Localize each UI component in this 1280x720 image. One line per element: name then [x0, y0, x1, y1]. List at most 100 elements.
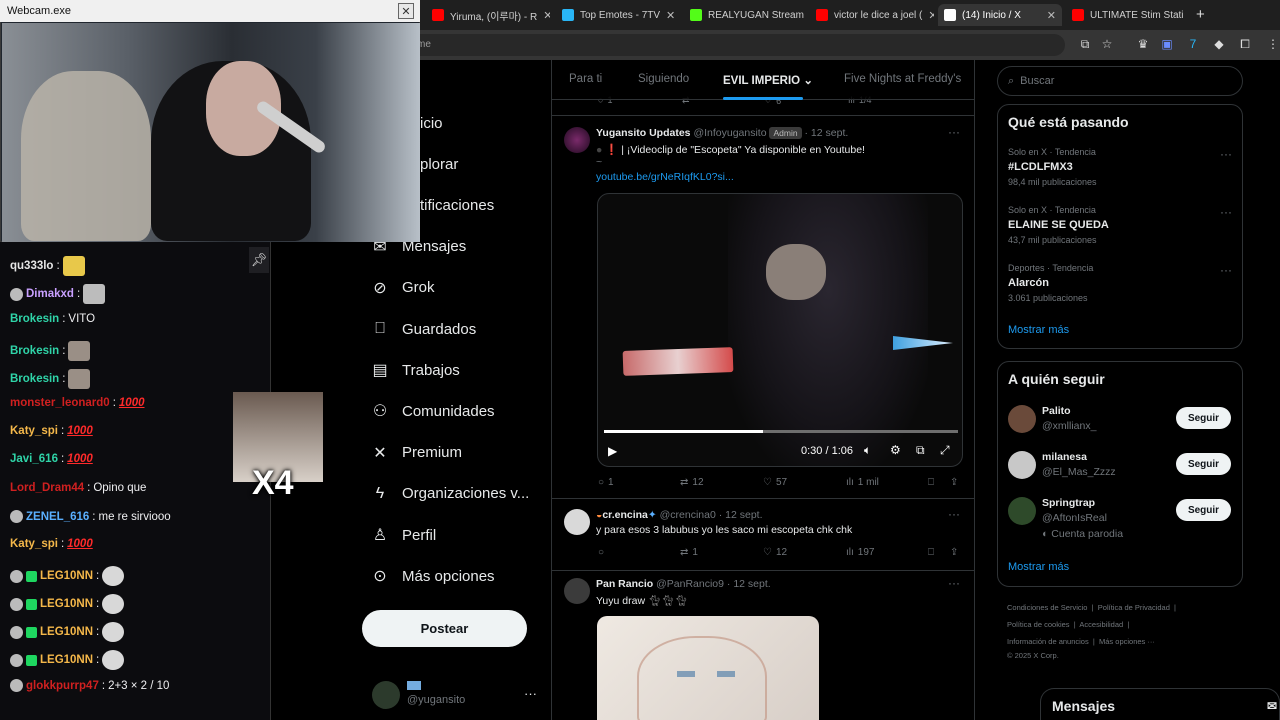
chat-username[interactable]: Katy_spi: [10, 425, 58, 437]
chat-username[interactable]: qu333lo: [10, 260, 53, 272]
pin-icon[interactable]: 📌︎: [249, 247, 269, 273]
tab-para-ti[interactable]: Para ti: [569, 73, 602, 85]
views-button[interactable]: ılı 1 mil: [846, 477, 879, 488]
trend-more-icon[interactable]: ···: [1220, 263, 1232, 277]
follow-button[interactable]: Seguir: [1176, 407, 1231, 429]
puzzle-extensions-icon[interactable]: ⧠: [1238, 37, 1252, 51]
bookmark-icon[interactable]: ⎕: [928, 477, 934, 488]
like-button[interactable]: ♡ 12: [763, 547, 787, 558]
trend-more-icon[interactable]: ···: [1220, 205, 1232, 219]
nav-item-notificaciones[interactable]: tificaciones: [420, 190, 494, 220]
browser-tab[interactable]: Top Emotes - 7TV ✕: [556, 4, 680, 26]
nav-item-comunidades[interactable]: ⚇ Comunidades: [370, 396, 495, 426]
tab-fnaf[interactable]: Five Nights at Freddy's: [844, 73, 961, 85]
footer-link[interactable]: Condiciones de Servicio: [1007, 603, 1087, 612]
footer-link[interactable]: Política de cookies: [1007, 620, 1070, 629]
tab-evil-imperio[interactable]: EVIL IMPERIO ⌄: [723, 73, 813, 87]
browser-tab[interactable]: (14) Inicio / X ✕: [938, 4, 1062, 26]
settings-gear-icon[interactable]: ⚙: [890, 443, 901, 457]
repost-button[interactable]: ⇄ 12: [680, 477, 704, 488]
webcam-window[interactable]: [0, 0, 420, 242]
browser-tab[interactable]: Yiruma, (이루마) - R ✕: [426, 4, 550, 26]
tweet-avatar[interactable]: [564, 578, 590, 604]
tab-siguiendo[interactable]: Siguiendo: [638, 73, 689, 85]
screen-share-icon[interactable]: ⧉: [1078, 37, 1092, 51]
browser-tab[interactable]: REALYUGAN Stream✕: [684, 4, 808, 26]
account-avatar[interactable]: [372, 681, 400, 709]
chat-username[interactable]: LEG10NN: [40, 626, 93, 638]
nav-item-premium[interactable]: ✕ Premium: [370, 438, 462, 468]
follow-button[interactable]: Seguir: [1176, 499, 1231, 521]
tweet-avatar[interactable]: [564, 127, 590, 153]
follow-show-more[interactable]: Mostrar más: [1008, 561, 1069, 573]
video-progress-track[interactable]: [604, 430, 958, 433]
tab-close-icon[interactable]: ✕: [543, 9, 550, 22]
follow-name[interactable]: Springtrap: [1042, 497, 1095, 509]
chat-username[interactable]: Javi_616: [10, 453, 58, 465]
views-button[interactable]: ılı 197: [846, 547, 874, 558]
footer-link[interactable]: Más opciones ···: [1099, 637, 1155, 646]
like-button[interactable]: ♡ 57: [763, 477, 787, 488]
bookmark-star-icon[interactable]: ☆: [1100, 37, 1114, 51]
search-input[interactable]: ⌕ Buscar: [997, 66, 1243, 96]
nav-item-inicio[interactable]: icio: [420, 108, 443, 138]
video-player[interactable]: ▶ 0:30 / 1:06 🔈︎ ⚙ ⧉ ⤢: [597, 193, 963, 467]
chat-username[interactable]: monster_leonard0: [10, 397, 110, 409]
tweet-more-icon[interactable]: ···: [948, 507, 960, 521]
nav-item-grok[interactable]: ⊘ Grok: [370, 273, 434, 303]
follow-name[interactable]: Palito: [1042, 405, 1071, 417]
follow-avatar[interactable]: [1008, 451, 1036, 479]
account-menu-icon[interactable]: ···: [524, 686, 537, 701]
chat-username[interactable]: Brokesin: [10, 313, 59, 325]
browser-tab[interactable]: ULTIMATE Stim Stati✕: [1066, 4, 1190, 26]
diamond-extension-icon[interactable]: ◆: [1212, 37, 1226, 51]
chat-username[interactable]: Brokesin: [10, 345, 59, 357]
chat-username[interactable]: Lord_Dram44: [10, 482, 84, 494]
tweet-link[interactable]: youtube.be/grNeRIqfKL0?si...: [596, 171, 734, 183]
tweet[interactable]: ◒cr.encina✦ @crencina0 · 12 sept. ··· y …: [552, 500, 974, 571]
trends-show-more[interactable]: Mostrar más: [1008, 324, 1069, 336]
repost-button[interactable]: ⇄ 1: [680, 547, 698, 558]
chat-username[interactable]: glokkpurrp47: [26, 680, 99, 692]
new-tab-button[interactable]: +: [1196, 6, 1205, 23]
follow-name[interactable]: milanesa: [1042, 451, 1087, 463]
pip-icon[interactable]: ⧉: [916, 443, 925, 458]
chat-username[interactable]: LEG10NN: [40, 570, 93, 582]
chat-username[interactable]: Dimakxd: [26, 288, 74, 300]
chat-username[interactable]: LEG10NN: [40, 654, 93, 666]
fullscreen-icon[interactable]: ⤢: [940, 443, 950, 458]
nav-item-m-s-opciones[interactable]: ⊙ Más opciones: [370, 561, 494, 591]
follow-avatar[interactable]: [1008, 405, 1036, 433]
tweet-avatar[interactable]: [564, 509, 590, 535]
nav-item-guardados[interactable]: ⎕ Guardados: [370, 314, 476, 344]
tab-close-icon[interactable]: ✕: [666, 9, 675, 22]
trend-more-icon[interactable]: ···: [1220, 147, 1232, 161]
trend-name[interactable]: ELAINE SE QUEDA: [1008, 219, 1109, 231]
tweet-image[interactable]: [597, 616, 819, 720]
bookmark-icon[interactable]: ⎕: [928, 547, 934, 558]
chat-username[interactable]: Katy_spi: [10, 538, 58, 550]
nav-item-organizaciones-v[interactable]: ϟ Organizaciones v...: [370, 479, 530, 509]
chat-username[interactable]: ZENEL_616: [26, 511, 89, 523]
volume-icon[interactable]: 🔈︎: [864, 443, 871, 458]
trend-name[interactable]: #LCDLFMX3: [1008, 161, 1073, 173]
nav-item-explorar[interactable]: plorar: [420, 149, 458, 179]
browser-tab[interactable]: victor le dice a joel (✕: [810, 4, 934, 26]
footer-link[interactable]: Accesibilidad: [1079, 620, 1123, 629]
tweet[interactable]: Pan Rancio @PanRancio9 · 12 sept. ··· Yu…: [552, 572, 974, 720]
extension-icon[interactable]: ♛: [1136, 37, 1150, 51]
post-button[interactable]: Postear: [362, 610, 527, 647]
nav-item-perfil[interactable]: ♙ Perfil: [370, 520, 436, 550]
close-icon[interactable]: ✕: [398, 3, 414, 19]
trend-name[interactable]: Alarcón: [1008, 277, 1049, 289]
reply-button[interactable]: ○: [598, 547, 604, 558]
chat-username[interactable]: Brokesin: [10, 373, 59, 385]
tab-close-icon[interactable]: ✕: [1047, 9, 1056, 22]
follow-button[interactable]: Seguir: [1176, 453, 1231, 475]
share-icon[interactable]: ⇪: [950, 477, 958, 488]
translate-icon[interactable]: ▣: [1160, 37, 1174, 51]
nav-item-trabajos[interactable]: ▤ Trabajos: [370, 355, 459, 385]
tweet-more-icon[interactable]: ···: [948, 576, 960, 590]
address-bar[interactable]: me: [405, 34, 1065, 56]
7tv-extension-icon[interactable]: 7: [1186, 37, 1200, 51]
